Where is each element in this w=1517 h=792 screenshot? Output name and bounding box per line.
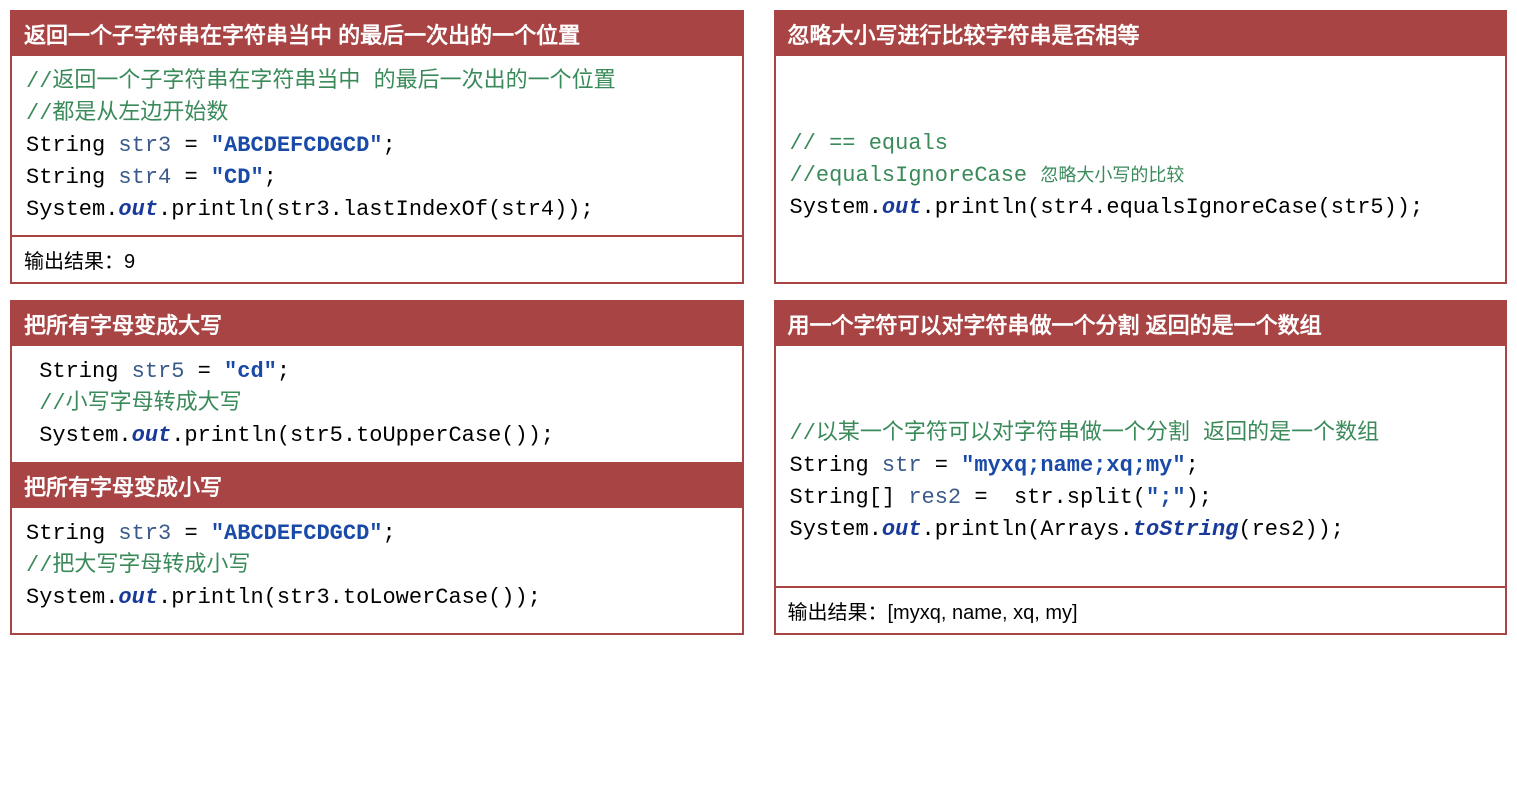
output-result: 输出结果：[myxq, name, xq, my] (776, 586, 1506, 633)
code-block: //以某一个字符可以对字符串做一个分割 返回的是一个数组 String str … (776, 346, 1506, 585)
card-title: 返回一个子字符串在字符串当中 的最后一次出的一个位置 (12, 12, 742, 56)
card-title-lower: 把所有字母变成小写 (12, 462, 742, 508)
card-title: 用一个字符可以对字符串做一个分割 返回的是一个数组 (776, 302, 1506, 346)
card-case-convert: 把所有字母变成大写 String str5 = "cd"; //小写字母转成大写… (10, 300, 744, 634)
card-title-upper: 把所有字母变成大写 (12, 302, 742, 346)
code-block: // == equals //equalsIgnoreCase 忽略大小写的比较… (776, 56, 1506, 264)
card-equalsignorecase: 忽略大小写进行比较字符串是否相等 // == equals //equalsIg… (774, 10, 1508, 284)
code-block-upper: String str5 = "cd"; //小写字母转成大写 System.ou… (12, 346, 742, 462)
output-result: 输出结果：9 (12, 235, 742, 282)
code-block: //返回一个子字符串在字符串当中 的最后一次出的一个位置 //都是从左边开始数 … (12, 56, 742, 235)
card-grid: 返回一个子字符串在字符串当中 的最后一次出的一个位置 //返回一个子字符串在字符… (10, 10, 1507, 635)
card-lastindexof: 返回一个子字符串在字符串当中 的最后一次出的一个位置 //返回一个子字符串在字符… (10, 10, 744, 284)
card-split: 用一个字符可以对字符串做一个分割 返回的是一个数组 //以某一个字符可以对字符串… (774, 300, 1508, 634)
code-block-lower: String str3 = "ABCDEFCDGCD"; //把大写字母转成小写… (12, 508, 742, 624)
card-title: 忽略大小写进行比较字符串是否相等 (776, 12, 1506, 56)
